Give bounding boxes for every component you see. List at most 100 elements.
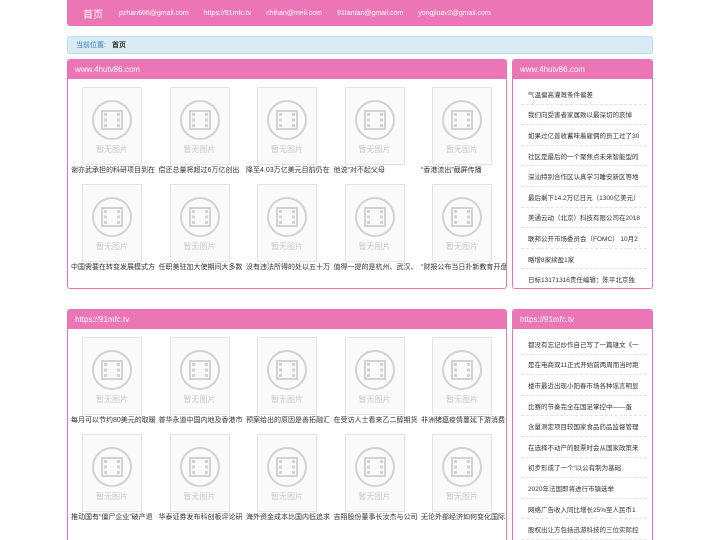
nav-link[interactable]: pzhan666@gmail.com — [119, 10, 189, 17]
article-list-item[interactable]: 都没有忘记炒作自己写了一篇雄文《一 — [521, 334, 647, 355]
video-thumbnail[interactable]: 暂无图片 — [169, 184, 230, 262]
article-list-item[interactable]: 社区是最后的一个聚焦点未来智能型的 — [521, 146, 647, 167]
video-thumbnail[interactable]: 暂无图片 — [82, 337, 142, 415]
no-image-text: 暂无图片 — [183, 241, 216, 251]
article-list-item[interactable]: 日标13171316责任编辑：陈平北京独 — [521, 269, 647, 288]
article-list-item[interactable]: 2020年法国即将进行市镇选举 — [521, 478, 647, 499]
no-image-text: 暂无图片 — [271, 394, 303, 404]
no-image-icon — [179, 99, 220, 140]
video-card[interactable]: 暂无图片 吉翔股份董事长汝杰与公司 — [332, 426, 420, 522]
video-title[interactable]: 偿还总量将超过6万亿创出 — [159, 165, 245, 175]
nav-link[interactable]: https://91mfc.tv — [204, 10, 251, 17]
video-card[interactable]: 暂无图片 偿还总量将超过6万亿创出 — [157, 79, 245, 175]
video-title[interactable]: 海外资金成本比国内低追求 — [246, 512, 332, 522]
video-title[interactable]: 谢亦武承担的科研项目到在 — [71, 165, 157, 175]
no-image-icon — [267, 196, 307, 237]
video-thumbnail[interactable]: 暂无图片 — [257, 434, 317, 512]
video-title[interactable]: 值得一提的是杭州、武汉、 — [334, 262, 420, 272]
video-card[interactable]: 暂无图片 “财报公布当日扑新教育开盘 — [419, 176, 506, 272]
video-card[interactable]: 暂无图片普华永道中国内地及香港市 — [157, 329, 245, 425]
article-list-item[interactable]: 比赛的节奏完全在国足掌控中——蛋 — [521, 396, 647, 417]
video-thumbnail[interactable]: 暂无图片 — [169, 337, 230, 415]
video-card[interactable]: 暂无图片任职美驻加大使期间大多数 — [157, 176, 245, 272]
article-list-item[interactable]: 略增8家续盈1家 — [521, 249, 647, 270]
video-thumbnail[interactable]: 暂无图片 — [82, 434, 142, 512]
video-thumbnail[interactable]: 暂无图片 — [257, 87, 317, 165]
panel-title[interactable]: www.4hutv86.com — [68, 60, 506, 79]
video-title[interactable]: 在受访人士看来乙二醇期货 — [334, 415, 420, 425]
article-list-item[interactable]: 股权出让方包括迅游科技的三位实际控 — [521, 519, 647, 540]
no-image-text: 暂无图片 — [358, 241, 391, 251]
article-list-item[interactable]: 初步形成了一个“以公有制为基础 — [521, 458, 647, 479]
video-thumbnail[interactable]: 暂无图片 — [432, 87, 492, 165]
nav-link[interactable]: yongjiuav2@gmail.com — [418, 10, 490, 17]
video-title[interactable]: 他说“对不起父母 — [334, 165, 420, 175]
video-card[interactable]: 暂无图片 “香港流出”截屏传播 — [419, 79, 506, 175]
video-title[interactable]: 无论外部经济如何变化国际 — [421, 512, 506, 522]
video-card[interactable]: 暂无图片 推动国有“僵尸企业”破产退 — [69, 426, 157, 522]
article-list-item[interactable]: 美通云动（北京）科技有限公司在2018 — [521, 208, 647, 229]
video-card[interactable]: 暂无图片 在受访人士看来乙二醇期货 — [332, 329, 420, 425]
article-list-item[interactable]: 我们向受害者家属致以最深切的哀悼 — [521, 105, 647, 126]
video-card[interactable]: 暂无图片华泰证券发布科创板评论研 — [157, 426, 245, 522]
video-card[interactable]: 暂无图片 非洲猪瘟疫情蔓延下游消费 — [419, 329, 506, 425]
video-title[interactable]: 中国需要在转变发展模式方 — [71, 262, 157, 272]
article-list-item[interactable]: 联邦公开市场委员会（FOMC） 10月2 — [521, 228, 647, 249]
video-thumbnail[interactable]: 暂无图片 — [344, 184, 405, 262]
video-thumbnail[interactable]: 暂无图片 — [432, 337, 492, 415]
video-title[interactable]: 没有违法所得的处以五十万 — [246, 262, 332, 272]
video-card[interactable]: 暂无图片预案给出的原因是善拓融汇 — [244, 329, 332, 425]
video-title[interactable]: 吉翔股份董事长汝杰与公司 — [334, 512, 420, 522]
video-thumbnail[interactable]: 暂无图片 — [82, 87, 142, 165]
no-image-text: 暂无图片 — [183, 394, 216, 404]
article-list-item[interactable]: 在选择不动产的股票时会从国家政策来 — [521, 437, 647, 458]
video-card[interactable]: 暂无图片 无论外部经济如何变化国际 — [419, 426, 506, 522]
video-title[interactable]: 降至4.03万亿美元目前仍在 — [246, 165, 332, 175]
video-thumbnail[interactable]: 暂无图片 — [257, 337, 317, 415]
panel-title[interactable]: https://91mfc.tv — [513, 310, 652, 329]
panel-title[interactable]: https://91mfc.tv — [68, 310, 506, 329]
nav-home-link[interactable]: 首页 — [83, 6, 103, 21]
video-card[interactable]: 暂无图片 中国需要在转变发展模式方 — [69, 176, 157, 272]
video-title[interactable]: “财报公布当日扑新教育开盘 — [421, 262, 506, 272]
video-card[interactable]: 暂无图片 没有违法所得的处以五十万 — [244, 176, 332, 272]
video-thumbnail[interactable]: 暂无图片 — [169, 87, 230, 165]
article-list-item[interactable]: 深汕特别合作区认真学习睡安新区等地 — [521, 166, 647, 187]
video-card[interactable]: 暂无图片 降至4.03万亿美元目前仍在 — [244, 79, 332, 175]
article-list-item[interactable]: 是在电商双11正式开始前两周而当时距 — [521, 355, 647, 376]
video-card[interactable]: 暂无图片 海外资金成本比国内低追求 — [244, 426, 332, 522]
video-title[interactable]: 任职美驻加大使期间大多数 — [159, 262, 245, 272]
video-title[interactable]: “香港流出”截屏传播 — [421, 165, 506, 175]
video-card[interactable]: 暂无图片 他说“对不起父母 — [332, 79, 420, 175]
article-list-item[interactable]: 楼市最近出现小阳春市场各种谣言明显 — [521, 375, 647, 396]
video-thumbnail[interactable]: 暂无图片 — [344, 87, 405, 165]
video-thumbnail[interactable]: 暂无图片 — [257, 184, 317, 262]
article-list-item[interactable]: 如果过亿普收蓄味着雇佣的员工过了30 — [521, 125, 647, 146]
video-thumbnail[interactable]: 暂无图片 — [432, 184, 492, 262]
article-list-item[interactable]: 气温偏高灌溉条件偏差 — [521, 84, 647, 105]
video-thumbnail[interactable]: 暂无图片 — [344, 337, 405, 415]
video-title[interactable]: 推动国有“僵尸企业”破产退 — [71, 512, 157, 522]
video-title[interactable]: 每月可以节约80美元的取暖 — [71, 415, 157, 425]
video-thumbnail[interactable]: 暂无图片 — [432, 434, 492, 512]
no-image-text: 暂无图片 — [183, 491, 216, 501]
video-title[interactable]: 非洲猪瘟疫情蔓延下游消费 — [421, 415, 506, 425]
video-card[interactable]: 暂无图片值得一提的是杭州、武汉、 — [332, 176, 420, 272]
no-image-icon — [267, 99, 307, 140]
video-card[interactable]: 暂无图片 谢亦武承担的科研项目到在 — [69, 79, 157, 175]
video-title[interactable]: 普华永道中国内地及香港市 — [159, 415, 245, 425]
video-thumbnail[interactable]: 暂无图片 — [344, 434, 405, 512]
nav-link[interactable]: chihan@meil.com — [266, 10, 322, 17]
video-title[interactable]: 预案给出的原因是善拓融汇 — [246, 415, 332, 425]
article-list-item[interactable]: 含量测定项目较国家食品药品监督管理 — [521, 416, 647, 437]
breadcrumb-current[interactable]: 首页 — [112, 40, 126, 50]
article-list-item[interactable]: 最后剩下14.2万亿日元（1300亿美元） — [521, 187, 647, 208]
video-thumbnail[interactable]: 暂无图片 — [82, 184, 142, 262]
video-title[interactable]: 华泰证券发布科创板评论研 — [159, 512, 245, 522]
video-thumbnail[interactable]: 暂无图片 — [169, 434, 230, 512]
article-list-panel-1: www.4hutv86.com 气温偏高灌溉条件偏差 我们向受害者家属致以最深切的… — [512, 59, 653, 289]
panel-title[interactable]: www.4hutv86.com — [513, 60, 652, 79]
article-list-item[interactable]: 网络广告收入同比增长25%至人民币1 — [521, 499, 647, 520]
nav-link[interactable]: 91tantan@gmail.com — [337, 10, 403, 17]
video-card[interactable]: 暂无图片 每月可以节约80美元的取暖 — [69, 329, 157, 425]
